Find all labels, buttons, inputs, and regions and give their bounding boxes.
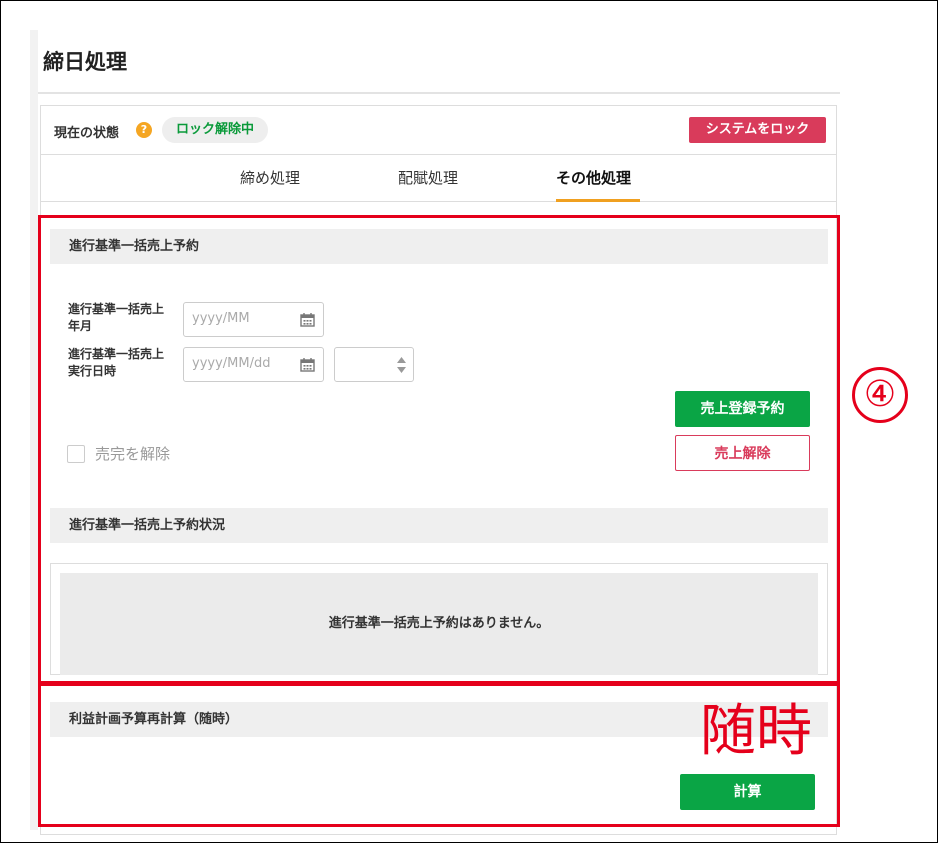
status-badge: ロック解除中	[162, 117, 269, 143]
status-row: 現在の状態 ? ロック解除中 システムをロック	[41, 106, 836, 154]
tab-other[interactable]: その他処理	[556, 167, 631, 188]
annotation-number-4: ④	[852, 367, 908, 423]
lock-system-button[interactable]: システムをロック	[689, 117, 826, 143]
annotation-highlight-box-4	[38, 215, 840, 684]
status-label: 現在の状態	[54, 126, 120, 141]
tab-bar: 締め処理 配賦処理 その他処理	[41, 154, 836, 202]
title-divider	[38, 92, 840, 94]
tab-allocation[interactable]: 配賦処理	[398, 167, 458, 188]
annotation-anytime-label: 随時	[700, 699, 812, 764]
help-icon[interactable]: ?	[136, 122, 152, 138]
page-left-border	[30, 30, 38, 830]
tab-closing[interactable]: 締め処理	[240, 167, 300, 188]
active-tab-indicator	[556, 199, 640, 202]
page-title: 締日処理	[43, 50, 127, 74]
